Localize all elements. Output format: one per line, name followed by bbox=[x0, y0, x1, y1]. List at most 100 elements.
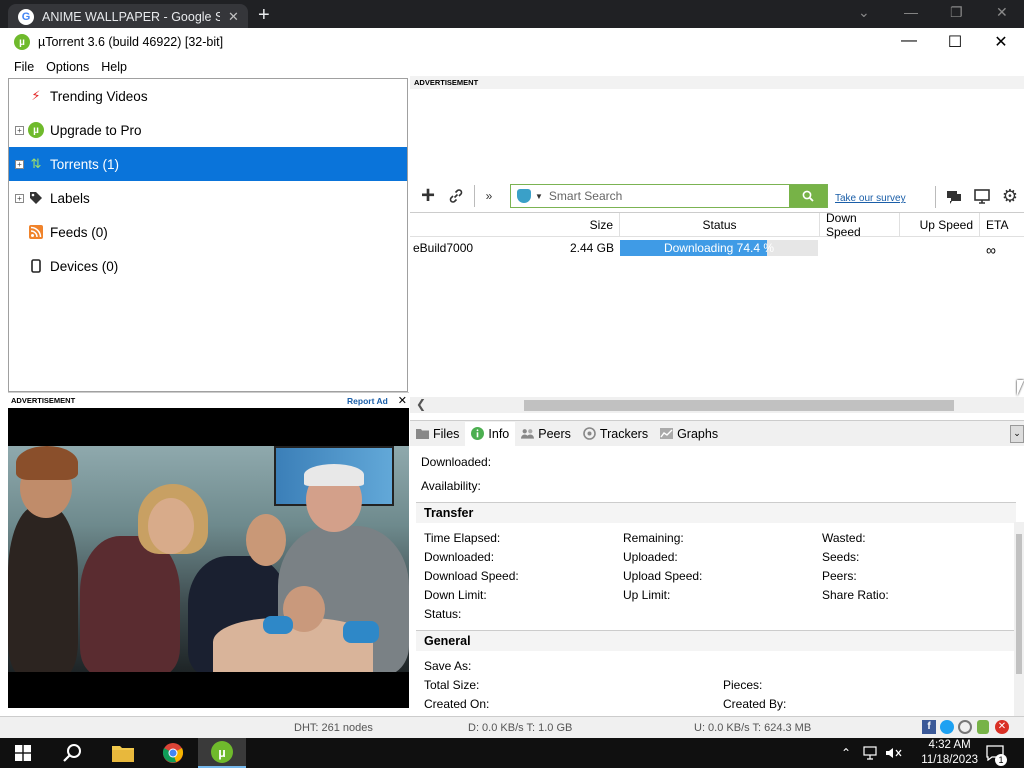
sidebar-item-trending-videos[interactable]: ⚡ Trending Videos bbox=[9, 79, 407, 113]
column-status[interactable]: Status bbox=[620, 213, 820, 236]
expand-icon[interactable]: + bbox=[15, 159, 24, 169]
clock-date: 11/18/2023 bbox=[921, 754, 978, 766]
uploaded-label: Uploaded: bbox=[623, 550, 678, 564]
maximize-button[interactable]: ☐ bbox=[932, 32, 978, 52]
browser-restore-icon[interactable]: ❐ bbox=[950, 4, 963, 21]
window-title: µTorrent 3.6 (build 46922) [32-bit] bbox=[38, 35, 224, 49]
file-explorer-icon[interactable] bbox=[100, 738, 146, 768]
column-up-speed[interactable]: Up Speed bbox=[900, 213, 980, 236]
chevron-down-icon[interactable]: ▼ bbox=[535, 192, 543, 201]
tab-peers[interactable]: Peers bbox=[515, 422, 577, 446]
detail-tabs: Files Info Peers Trackers Graphs ⌄ bbox=[410, 420, 1024, 446]
transfer-title: Transfer bbox=[416, 503, 1016, 523]
horizontal-scrollbar[interactable]: ❮ bbox=[410, 397, 1024, 413]
menu-options[interactable]: Options bbox=[40, 60, 95, 74]
expand-icon[interactable]: + bbox=[15, 125, 24, 135]
vertical-scrollbar[interactable] bbox=[1014, 522, 1024, 716]
system-clock[interactable]: 4:32 AM 11/18/2023 bbox=[921, 738, 978, 768]
up-limit-label: Up Limit: bbox=[623, 588, 671, 602]
more-icon[interactable]: » bbox=[479, 182, 499, 210]
notifications-icon[interactable]: 1 bbox=[982, 738, 1008, 768]
sidebar-item-devices[interactable]: Devices (0) bbox=[9, 249, 407, 283]
report-ad-link[interactable]: Report Ad bbox=[347, 396, 388, 406]
utorrent-window: µ µTorrent 3.6 (build 46922) [32-bit] — … bbox=[0, 28, 1024, 738]
tag-icon bbox=[27, 189, 45, 207]
tab-files[interactable]: Files bbox=[410, 422, 465, 446]
new-tab-button[interactable]: + bbox=[258, 4, 270, 27]
menu-file[interactable]: File bbox=[8, 60, 40, 74]
smart-search-box[interactable]: ▼ Smart Search bbox=[510, 184, 828, 208]
sidebar-item-torrents[interactable]: + ⇅ Torrents (1) bbox=[9, 147, 407, 181]
scroll-left-icon[interactable]: ❮ bbox=[416, 397, 426, 411]
scrollbar-thumb[interactable] bbox=[524, 400, 954, 411]
menu-bar: File Options Help bbox=[0, 56, 1024, 78]
take-survey-link[interactable]: Take our survey bbox=[835, 193, 906, 204]
collapse-panel-icon[interactable]: ⌄ bbox=[1010, 424, 1024, 443]
utorrent-taskbar-icon[interactable]: µ bbox=[198, 738, 246, 768]
expand-icon[interactable]: + bbox=[15, 193, 24, 203]
add-torrent-button[interactable]: + bbox=[414, 182, 442, 210]
column-size[interactable]: Size bbox=[410, 213, 620, 236]
upload-status[interactable]: U: 0.0 KB/s T: 624.3 MB bbox=[694, 722, 811, 734]
column-down-speed[interactable]: Down Speed bbox=[820, 211, 900, 239]
menu-help[interactable]: Help bbox=[95, 60, 133, 74]
notification-count: 1 bbox=[995, 754, 1007, 766]
close-button[interactable]: ✕ bbox=[978, 32, 1024, 52]
scrollbar-thumb[interactable] bbox=[1016, 534, 1022, 674]
no-icon[interactable]: ✕ bbox=[995, 720, 1009, 734]
tab-trackers[interactable]: Trackers bbox=[577, 422, 654, 446]
chevron-up-icon[interactable]: ⌃ bbox=[838, 738, 854, 768]
volume-muted-icon[interactable] bbox=[884, 738, 904, 768]
utorrent-logo-icon: µ bbox=[27, 121, 45, 139]
sidebar-item-label: Trending Videos bbox=[50, 88, 148, 104]
download-status[interactable]: D: 0.0 KB/s T: 1.0 GB bbox=[468, 722, 572, 734]
column-eta[interactable]: ETA bbox=[980, 213, 1024, 236]
close-ad-icon[interactable]: ✕ bbox=[398, 394, 407, 407]
status-label: Status: bbox=[424, 607, 462, 621]
browser-tab[interactable]: G ANIME WALLPAPER - Google Sea ✕ bbox=[8, 4, 248, 30]
title-bar: µ µTorrent 3.6 (build 46922) [32-bit] — … bbox=[0, 28, 1024, 56]
search-icon[interactable] bbox=[50, 738, 96, 768]
sidebar-item-label: Torrents (1) bbox=[50, 156, 120, 172]
right-ad-area[interactable]: ADVERTISEMENT bbox=[410, 76, 1024, 180]
monitor-icon[interactable] bbox=[968, 182, 996, 210]
browser-close-icon[interactable]: ✕ bbox=[996, 4, 1008, 21]
browser-tab-strip: G ANIME WALLPAPER - Google Sea ✕ + ⌄ — ❐… bbox=[0, 0, 1024, 30]
toolbar-divider bbox=[474, 185, 475, 207]
torrents-icon: ⇅ bbox=[30, 156, 42, 171]
folder-icon bbox=[416, 427, 429, 440]
minimize-button[interactable]: — bbox=[886, 32, 932, 52]
tab-label: Files bbox=[433, 426, 460, 441]
search-input[interactable]: Smart Search bbox=[549, 189, 789, 203]
facebook-icon[interactable]: f bbox=[922, 720, 936, 734]
globe-icon[interactable] bbox=[958, 720, 972, 734]
shield-icon bbox=[517, 189, 531, 203]
remaining-label: Remaining: bbox=[623, 531, 684, 545]
chevron-down-icon[interactable]: ⌄ bbox=[858, 4, 870, 21]
tab-graphs[interactable]: Graphs bbox=[654, 422, 724, 446]
close-tab-icon[interactable]: ✕ bbox=[228, 9, 248, 25]
chat-icon[interactable] bbox=[940, 182, 968, 210]
down-limit-label: Down Limit: bbox=[424, 588, 487, 602]
graph-icon bbox=[660, 427, 674, 440]
sidebar-item-upgrade-to-pro[interactable]: + µ Upgrade to Pro bbox=[9, 113, 407, 147]
tab-label: Peers bbox=[538, 426, 571, 441]
sidebar-item-labels[interactable]: + Labels bbox=[9, 181, 407, 215]
search-button[interactable] bbox=[789, 185, 827, 207]
settings-icon[interactable]: ⚙ bbox=[996, 182, 1024, 210]
peers-label: Peers: bbox=[822, 569, 857, 583]
tab-info[interactable]: Info bbox=[465, 421, 516, 446]
tab-label: Graphs bbox=[677, 426, 719, 441]
browser-minimize-icon[interactable]: — bbox=[904, 4, 918, 20]
torrent-eta: ∞ bbox=[986, 242, 996, 258]
list-header: Size Status Down Speed Up Speed ETA bbox=[410, 211, 1024, 239]
start-button[interactable] bbox=[0, 738, 46, 768]
chrome-icon[interactable] bbox=[150, 738, 196, 768]
network-icon[interactable] bbox=[862, 738, 880, 768]
android-icon[interactable] bbox=[977, 720, 989, 734]
add-link-button[interactable] bbox=[442, 182, 470, 210]
time-elapsed-label: Time Elapsed: bbox=[424, 531, 501, 545]
twitter-icon[interactable] bbox=[940, 720, 954, 734]
ad-video[interactable] bbox=[8, 408, 409, 708]
sidebar-item-feeds[interactable]: Feeds (0) bbox=[9, 215, 407, 249]
